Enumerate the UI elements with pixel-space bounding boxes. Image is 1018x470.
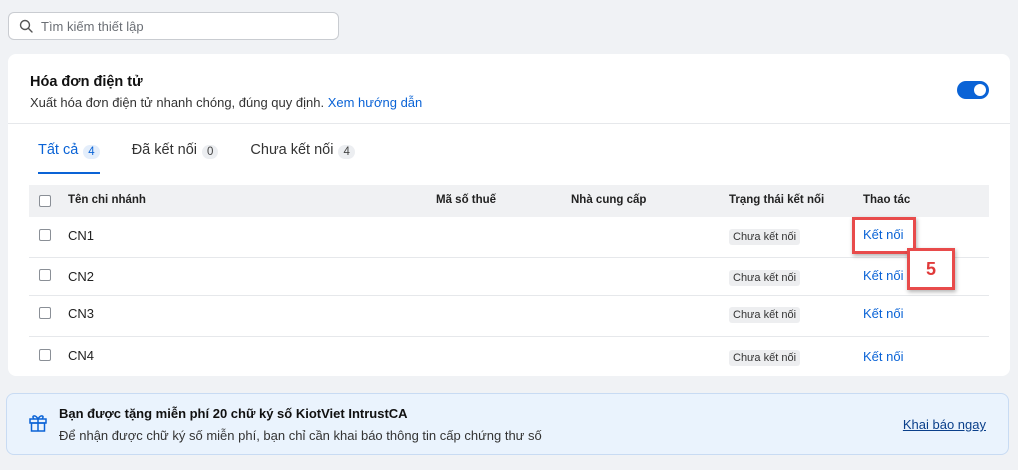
step-number-callout: 5 [907,248,955,290]
status-badge: Chưa kết nối [729,350,801,366]
branch-name: CN1 [68,228,95,243]
branch-name: CN4 [68,348,95,363]
status-badge: Chưa kết nối [729,307,801,323]
card-title: Hóa đơn điện tử [30,74,143,90]
tab-count-badge: 0 [202,145,219,159]
row-checkbox[interactable] [39,229,51,241]
table-row: CN3 Chưa kết nối Kết nối [29,296,989,337]
connect-link[interactable]: Kết nối [863,349,903,364]
header-action: Thao tác [863,194,911,206]
tab-count-badge: 4 [338,145,355,159]
row-checkbox[interactable] [39,307,51,319]
promo-description: Để nhận được chữ ký số miễn phí, bạn chỉ… [59,428,542,443]
divider [8,123,1010,124]
connect-link[interactable]: Kết nối [863,306,903,321]
header-status: Trạng thái kết nối [729,194,825,206]
search-box[interactable] [8,12,339,40]
header-name: Tên chi nhánh [68,194,146,206]
branch-name: CN3 [68,306,95,321]
promo-banner: Bạn được tặng miễn phí 20 chữ ký số Kiot… [6,393,1009,455]
branch-table: Tên chi nhánh Mã số thuế Nhà cung cấp Tr… [29,185,989,377]
tab-bar: Tất cả 4 Đã kết nối 0 Chưa kết nối 4 [38,142,387,174]
tab-all[interactable]: Tất cả 4 [38,142,100,174]
search-icon [19,19,33,33]
promo-title: Bạn được tặng miễn phí 20 chữ ký số Kiot… [59,406,408,421]
e-invoice-toggle[interactable] [957,81,989,99]
connect-link[interactable]: Kết nối [863,268,903,283]
status-badge: Chưa kết nối [729,270,801,286]
header-provider: Nhà cung cấp [571,194,647,206]
card-description-text: Xuất hóa đơn điện tử nhanh chóng, đúng q… [30,95,325,110]
header-tax: Mã số thuế [436,194,497,206]
gift-icon [29,415,47,432]
toggle-knob [974,84,986,96]
select-all-checkbox[interactable] [39,195,51,207]
guide-link[interactable]: Xem hướng dẫn [328,95,423,110]
tab-label: Tất cả [38,142,79,158]
row-checkbox[interactable] [39,349,51,361]
table-header: Tên chi nhánh Mã số thuế Nhà cung cấp Tr… [29,185,989,217]
search-input[interactable] [39,17,323,35]
branch-name: CN2 [68,269,95,284]
tab-label: Đã kết nối [131,142,197,158]
table-row: CN2 Chưa kết nối Kết nối [29,258,989,296]
tab-label: Chưa kết nối [250,142,334,158]
table-row: CN1 Chưa kết nối Kết nối [29,217,989,258]
e-invoice-card: Hóa đơn điện tử Xuất hóa đơn điện tử nha… [8,54,1010,376]
status-badge: Chưa kết nối [729,229,801,245]
tab-connected[interactable]: Đã kết nối 0 [132,142,219,174]
tab-count-badge: 4 [83,145,100,159]
declare-now-link[interactable]: Khai báo ngay [903,417,986,432]
table-row: CN4 Chưa kết nối Kết nối [29,337,989,377]
row-checkbox[interactable] [39,269,51,281]
card-description: Xuất hóa đơn điện tử nhanh chóng, đúng q… [30,95,422,110]
tab-not-connected[interactable]: Chưa kết nối 4 [250,142,355,174]
